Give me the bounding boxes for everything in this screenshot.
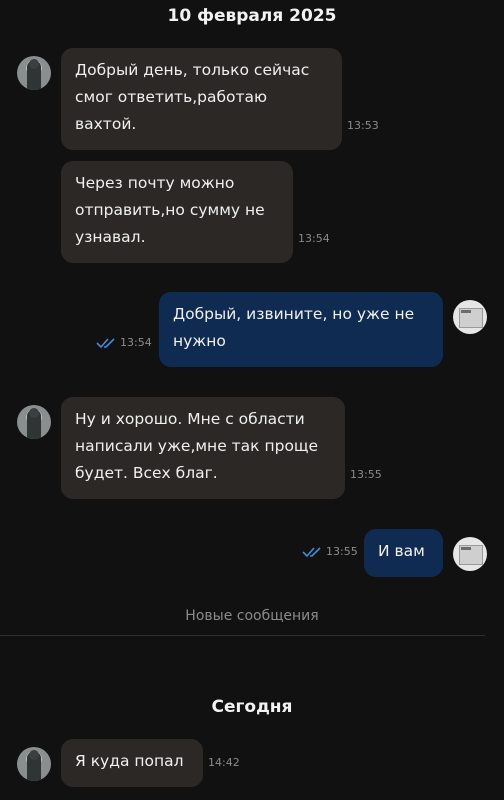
- user-avatar[interactable]: [453, 300, 487, 334]
- message-time: 13:55: [350, 468, 382, 481]
- message-bubble-incoming[interactable]: Ну и хорошо. Мне с области написали уже,…: [61, 397, 345, 499]
- user-avatar[interactable]: [453, 537, 487, 571]
- divider-line: [0, 635, 485, 636]
- message-text: Я куда попал: [75, 752, 184, 770]
- contact-avatar[interactable]: [17, 56, 51, 90]
- date-header-today: Сегодня: [211, 697, 293, 717]
- contact-avatar[interactable]: [17, 405, 51, 439]
- new-messages-divider: Новые сообщения: [185, 608, 319, 624]
- date-header: 10 февраля 2025: [167, 6, 337, 26]
- message-text: Через почту можно отправить,но сумму не …: [75, 174, 265, 246]
- message-text: Добрый день, только сейчас смог ответить…: [75, 61, 310, 133]
- message-time: 13:55: [326, 545, 358, 558]
- message-time: 13:53: [347, 119, 379, 132]
- double-check-icon: [302, 547, 321, 558]
- message-bubble-outgoing[interactable]: Добрый, извините, но уже не нужно: [159, 292, 443, 367]
- double-check-icon: [96, 338, 115, 349]
- message-text: Добрый, извините, но уже не нужно: [173, 305, 415, 350]
- message-bubble-incoming[interactable]: Через почту можно отправить,но сумму не …: [61, 161, 293, 263]
- message-time: 14:42: [208, 756, 240, 769]
- contact-avatar[interactable]: [17, 747, 51, 781]
- message-text: И вам: [378, 542, 425, 560]
- message-time: 13:54: [120, 336, 152, 349]
- message-text: Ну и хорошо. Мне с области написали уже,…: [75, 410, 319, 482]
- message-time: 13:54: [298, 232, 330, 245]
- message-bubble-outgoing[interactable]: И вам: [364, 529, 443, 577]
- message-bubble-incoming[interactable]: Я куда попал: [61, 739, 203, 787]
- message-bubble-incoming[interactable]: Добрый день, только сейчас смог ответить…: [61, 48, 342, 150]
